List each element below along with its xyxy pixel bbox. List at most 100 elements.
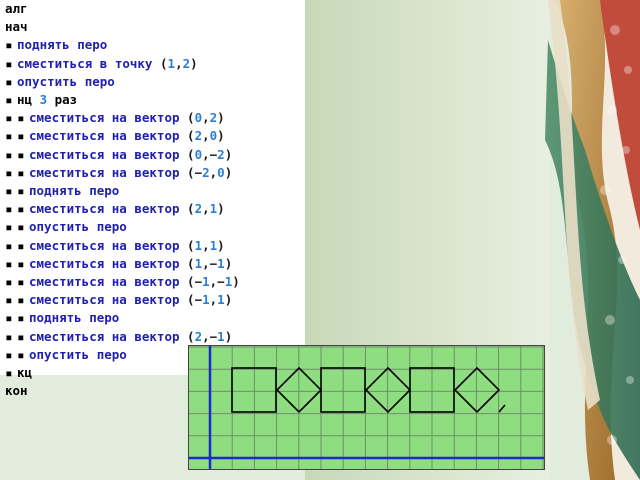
code-token-punct: , [202,128,210,144]
code-token-punct: ) [232,274,240,289]
code-token-cmd: сместиться на вектор [29,328,180,344]
code-token-cmd: поднять перо [17,37,108,53]
code-line: ▪ ▪ сместиться на вектор (1,1) [5,237,225,255]
code-token-num: 2 [217,146,225,162]
drawer-field [188,345,545,470]
code-token-num: 2 [182,55,191,71]
indent-marker: ▪ [17,274,25,289]
indent-marker: ▪ [5,201,13,217]
indent-marker: ▪ [17,146,25,162]
indent-marker: ▪ [5,292,13,308]
code-token-punct: , [175,55,183,71]
indent-marker: ▪ [17,164,25,180]
program-code-panel: алг нач ▪ поднять перо ▪ сместиться в точку (… [0,0,305,398]
code-line: ▪ ▪ сместиться на вектор (2,0) [5,127,225,145]
code-line: ▪ ▪ сместиться на вектор (−1,1) [5,291,232,309]
code-token-punct: ) [217,110,225,126]
indent-marker: ▪ [17,110,25,126]
code-token-punct: ) [190,55,198,71]
code-line: ▪ ▪ поднять перо [5,182,119,200]
code-token-num: 1 [194,255,203,271]
code-token-punct: ) [224,328,233,344]
indent-marker: ▪ [17,128,25,144]
code-token-punct: ( [179,146,195,162]
code-token-num: 1 [202,292,210,308]
code-token-cmd: опустить перо [29,346,127,362]
code-token-num: 1 [217,255,225,271]
code-token-punct: , [202,201,210,217]
drawing-figures [231,366,506,414]
code-token-kw: нц [17,92,40,107]
code-token-num: 1 [217,328,225,344]
indent-marker: ▪ [5,346,13,362]
code-token-punct: ,− [202,146,218,162]
code-token-num: 1 [167,55,176,71]
indent-marker: ▪ [17,255,25,271]
code-line: ▪ ▪ сместиться на вектор (0,2) [5,109,225,127]
code-token-punct: ,− [202,255,218,271]
code-line: кон [5,382,28,400]
code-token-punct: ( [179,328,195,344]
code-token-cmd: сместиться в точку [17,55,153,71]
code-token-kw: кц [17,365,33,380]
code-token-cmd: сместиться на вектор [29,274,180,289]
indent-marker: ▪ [5,328,13,344]
code-token-cmd: сместиться на вектор [29,201,180,217]
code-line: ▪ ▪ опустить перо [5,218,127,236]
code-token-num: 1 [194,237,203,253]
code-token-cmd: сместиться на вектор [29,237,180,253]
code-line: ▪ ▪ поднять перо [5,309,119,327]
code-token-punct: ) [224,255,233,271]
code-line: ▪ ▪ сместиться на вектор (−2,0) [5,164,232,182]
code-token-punct: ( [152,55,168,71]
code-line: ▪ нц 3 раз [5,91,77,109]
indent-marker: ▪ [17,237,25,253]
indent-marker: ▪ [5,310,13,326]
indent-marker: ▪ [5,219,13,235]
code-token-cmd: поднять перо [29,310,120,326]
indent-marker: ▪ [5,110,13,126]
indent-marker: ▪ [17,201,25,217]
indent-marker: ▪ [5,146,13,162]
code-token-cmd: сместиться на вектор [29,146,180,162]
code-token-kw: алг [5,1,28,16]
indent-marker: ▪ [5,183,13,198]
code-token-kw: кон [5,383,28,399]
code-token-punct: ) [217,128,225,144]
code-line: ▪ опустить перо [5,73,115,91]
code-token-punct: ) [224,146,233,162]
code-line: ▪ сместиться в точку (1,2) [5,55,198,73]
code-token-num: 2 [194,328,203,344]
indent-marker: ▪ [5,55,13,71]
code-line: ▪ ▪ опустить перо [5,346,127,364]
indent-marker: ▪ [17,310,25,326]
code-token-punct: (− [179,164,203,180]
code-token-cmd: сместиться на вектор [29,164,180,180]
indent-marker: ▪ [5,164,13,180]
code-token-num: 0 [194,146,203,162]
code-token-punct: ) [217,201,225,217]
indent-marker: ▪ [17,183,25,198]
indent-marker: ▪ [5,128,13,144]
code-token-num: 0 [194,110,203,126]
code-line: алг [5,0,28,18]
code-token-num: 2 [202,164,210,180]
code-line: нач [5,18,28,36]
indent-marker: ▪ [5,73,13,89]
code-token-punct: ) [224,292,233,308]
indent-marker: ▪ [17,219,25,235]
indent-marker: ▪ [17,346,25,362]
code-token-punct: (− [179,274,203,289]
code-token-cmd: сместиться на вектор [29,292,180,308]
code-line: ▪ кц [5,364,32,382]
code-token-punct: ,− [209,274,225,289]
code-line: ▪ ▪ сместиться на вектор (1,−1) [5,255,232,273]
code-line: ▪ ▪ сместиться на вектор (2,−1) [5,328,232,346]
code-token-num: 1 [217,292,225,308]
figure-diamond-3 [453,366,501,414]
code-token-num: 0 [217,164,225,180]
code-token-kw: раз [47,92,78,107]
code-token-cmd: опустить перо [17,73,115,89]
indent-marker: ▪ [17,292,25,308]
code-token-num: 2 [194,201,203,217]
